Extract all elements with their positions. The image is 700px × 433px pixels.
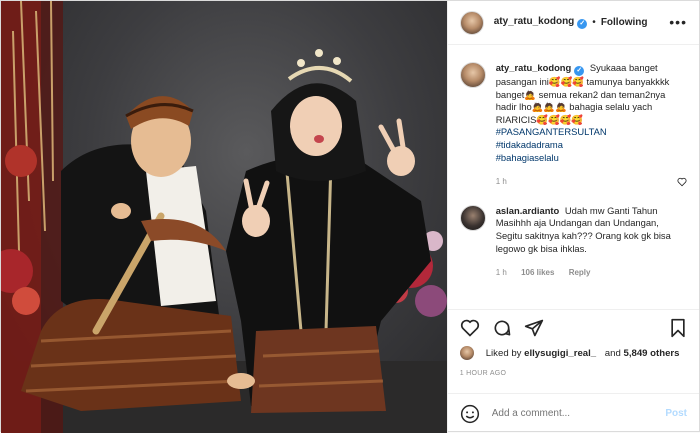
liker-username[interactable]: ellysugigi_real_ bbox=[524, 348, 596, 359]
post-header: aty_ratu_kodong ✓ • Following ••• bbox=[447, 1, 699, 45]
comment-item: aslan.ardianto Udah mw Ganti Tahun Masih… bbox=[459, 204, 687, 280]
comment-input[interactable] bbox=[491, 408, 666, 419]
separator-dot: • bbox=[592, 17, 596, 28]
comment-body: aslan.ardianto Udah mw Ganti Tahun Masih… bbox=[496, 205, 686, 280]
couple-photo-illustration bbox=[1, 1, 447, 433]
caption-body: aty_ratu_kodong ✓ Syukaaa banget pasangan… bbox=[496, 62, 686, 189]
commenter-username[interactable]: aslan.ardianto bbox=[496, 205, 560, 216]
post-photo[interactable] bbox=[1, 1, 447, 433]
like-comment-heart-icon[interactable] bbox=[677, 177, 687, 187]
caption-username[interactable]: aty_ratu_kodong ✓ bbox=[496, 62, 585, 76]
likes-summary: Liked by ellysugigi_real_ and 5,849 othe… bbox=[459, 346, 687, 360]
others-likes-link[interactable]: 5,849 others bbox=[623, 348, 679, 359]
caption-meta: 1 h bbox=[496, 176, 686, 189]
reply-button[interactable]: Reply bbox=[569, 268, 591, 277]
comment-button[interactable] bbox=[492, 318, 512, 338]
liker-avatar[interactable] bbox=[459, 346, 474, 360]
add-comment-bar: Post bbox=[447, 393, 699, 433]
share-icon bbox=[524, 319, 543, 336]
following-button[interactable]: Following bbox=[601, 17, 648, 28]
hashtag-link[interactable]: #tidakadadrama bbox=[496, 139, 686, 152]
comment-meta: 1 h 106 likes Reply bbox=[496, 267, 686, 280]
caption-avatar[interactable] bbox=[459, 62, 486, 88]
post-timestamp[interactable]: 1 HOUR AGO bbox=[460, 370, 507, 377]
instagram-post: aty_ratu_kodong ✓ • Following ••• aty_rat… bbox=[0, 0, 700, 433]
caption-verified-badge-icon: ✓ bbox=[574, 66, 585, 76]
author-avatar[interactable] bbox=[459, 10, 484, 35]
commenter-avatar[interactable] bbox=[459, 204, 486, 231]
verified-badge-icon: ✓ bbox=[577, 19, 588, 29]
comments-section[interactable]: aty_ratu_kodong ✓ Syukaaa banget pasangan… bbox=[448, 46, 699, 308]
post-side-panel: aty_ratu_kodong ✓ • Following ••• aty_rat… bbox=[446, 1, 699, 433]
bookmark-icon bbox=[671, 318, 685, 337]
save-button[interactable] bbox=[669, 318, 687, 338]
hashtag-link[interactable]: #bahagiaselalu bbox=[496, 152, 686, 165]
caption: aty_ratu_kodong ✓ Syukaaa banget pasangan… bbox=[459, 62, 687, 189]
comment-age[interactable]: 1 h bbox=[496, 268, 507, 277]
likes-text[interactable]: Liked by ellysugigi_real_ and 5,849 othe… bbox=[480, 348, 680, 359]
caption-age[interactable]: 1 h bbox=[496, 177, 507, 186]
share-button[interactable] bbox=[524, 318, 544, 338]
emoji-icon[interactable] bbox=[460, 404, 480, 424]
hashtag-link[interactable]: #PASANGANTERSULTAN bbox=[496, 126, 686, 139]
caption-username-text[interactable]: aty_ratu_kodong bbox=[496, 62, 572, 73]
post-comment-button[interactable]: Post bbox=[665, 408, 687, 419]
comment-icon bbox=[494, 320, 511, 336]
like-button[interactable] bbox=[460, 318, 480, 338]
author-username-text[interactable]: aty_ratu_kodong bbox=[494, 16, 575, 27]
author-username[interactable]: aty_ratu_kodong ✓ bbox=[494, 16, 588, 29]
comment-likes-count[interactable]: 106 likes bbox=[521, 268, 554, 277]
more-options-icon[interactable]: ••• bbox=[669, 14, 687, 30]
heart-icon bbox=[460, 319, 479, 337]
post-actions-bar bbox=[447, 309, 699, 345]
